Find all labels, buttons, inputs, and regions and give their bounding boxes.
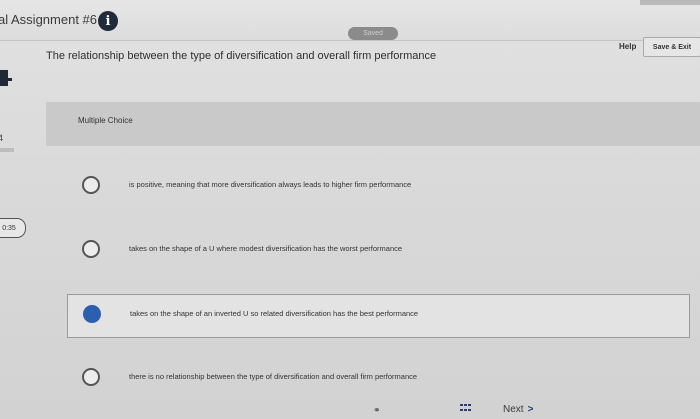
radio-button-selected[interactable] [83,305,101,323]
top-corner-decoration [640,0,700,5]
answer-option-text: takes on the shape of a U where modest d… [129,244,403,253]
link-icon[interactable]: ⚭ [373,405,381,416]
question-type-label: Multiple Choice [78,116,133,125]
radio-button[interactable] [82,176,100,194]
grid-icon[interactable] [460,404,472,413]
question-prompt: The relationship between the type of div… [46,50,437,62]
question-type-header: Multiple Choice [46,102,700,146]
answer-option-text: takes on the shape of an inverted U so r… [130,309,419,318]
answer-option-1[interactable]: is positive, meaning that more diversifi… [67,166,688,208]
footer-nav: ⚭ Next > [360,400,700,419]
answer-option-text: is positive, meaning that more diversifi… [129,180,412,189]
answer-option-2[interactable]: takes on the shape of a U where modest d… [67,230,688,272]
next-label: Next [503,404,524,415]
progress-indicator [0,148,14,152]
saved-status-badge: Saved [348,27,398,40]
save-exit-button[interactable]: Save & Exit [643,37,700,57]
assignment-title: al Assignment #6 [0,12,98,27]
quiz-screen: al Assignment #6 i Saved Help Save & Exi… [0,0,700,419]
chevron-right-icon: > [527,404,534,415]
question-number: 4 [0,133,4,143]
answer-option-3[interactable]: takes on the shape of an inverted U so r… [67,294,690,338]
answer-option-4[interactable]: there is no relationship between the typ… [67,358,688,400]
answer-option-text: there is no relationship between the typ… [129,372,418,381]
timer-badge: 0:35 [0,218,26,238]
radio-button[interactable] [82,368,100,386]
help-link[interactable]: Help [619,42,636,51]
info-icon[interactable]: i [98,11,118,31]
radio-button[interactable] [82,240,100,258]
next-button[interactable]: Next > [503,404,533,415]
question-marker-stem [0,78,12,81]
